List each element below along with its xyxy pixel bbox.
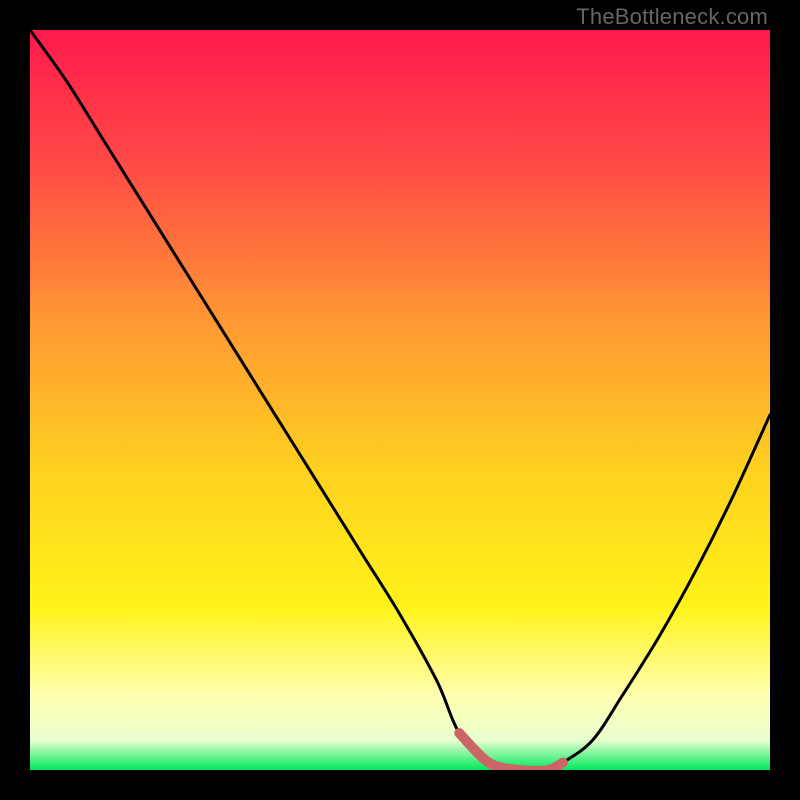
chart-frame: TheBottleneck.com: [0, 0, 800, 800]
plot-area: [30, 30, 770, 770]
minimum-highlight: [459, 733, 563, 770]
curve-layer: [30, 30, 770, 770]
bottleneck-curve: [30, 30, 770, 770]
watermark-text: TheBottleneck.com: [576, 4, 768, 30]
